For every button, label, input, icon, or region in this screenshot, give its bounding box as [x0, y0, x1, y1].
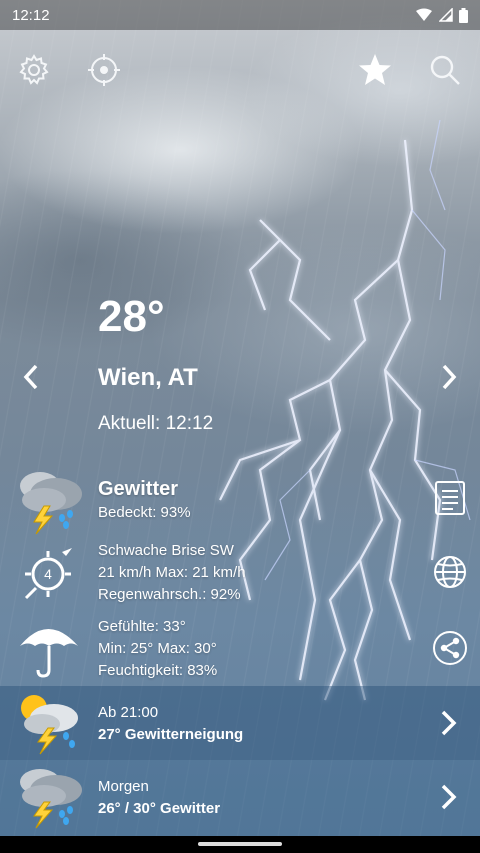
report-button[interactable]	[430, 478, 470, 518]
wifi-icon	[416, 8, 432, 21]
current-temperature: 28°	[98, 292, 165, 341]
wind-speed: 21 km/h Max: 21 km/h	[98, 564, 246, 581]
thunderstorm-icon	[20, 769, 82, 829]
wind-description: Schwache Brise SW	[98, 542, 234, 559]
chevron-left-icon	[23, 364, 38, 390]
wind-compass-icon: 4	[24, 548, 72, 600]
wind-row: 4 Schwache Brise SW 21 km/h Max: 21 km/h…	[0, 538, 480, 610]
rain-chance: Regenwahrsch.: 92%	[98, 586, 241, 603]
humidity: Feuchtigkeit: 83%	[98, 662, 218, 679]
forecast-summary: 26° / 30° Gewitter	[98, 800, 221, 817]
forecast-item-tonight[interactable]: Ab 21:00 27° Gewitterneigung	[0, 686, 480, 760]
updated-time: Aktuell: 12:12	[98, 413, 214, 434]
min-max-temperature: Min: 25° Max: 30°	[98, 640, 217, 657]
home-gesture-handle[interactable]	[198, 842, 282, 846]
cloud-cover: Bedeckt: 93%	[98, 504, 191, 521]
forecast-label: Morgen	[98, 778, 149, 795]
next-location-button[interactable]	[432, 360, 466, 394]
previous-location-button[interactable]	[14, 360, 48, 394]
forecast-summary: 27° Gewitterneigung	[98, 726, 244, 743]
feels-like-row: Gefühlte: 33° Min: 25° Max: 30° Feuchtig…	[0, 612, 480, 684]
gear-icon	[19, 54, 49, 85]
status-bar: 12:12	[0, 0, 480, 30]
chevron-right-icon	[441, 710, 457, 736]
share-button[interactable]	[430, 628, 470, 668]
forecast-label: Ab 21:00	[98, 704, 159, 721]
locate-button[interactable]	[82, 48, 126, 92]
toolbar	[0, 48, 480, 92]
globe-icon	[434, 556, 466, 588]
map-button[interactable]	[430, 552, 470, 592]
condition-title: Gewitter	[98, 478, 179, 500]
location-name[interactable]: Wien, AT	[98, 364, 198, 392]
search-icon	[430, 55, 460, 85]
system-navigation-bar	[0, 836, 480, 853]
umbrella-icon	[20, 629, 78, 678]
thunderstorm-icon	[20, 472, 82, 535]
chevron-right-icon	[441, 784, 457, 810]
forecast-item-tomorrow[interactable]: Morgen 26° / 30° Gewitter	[0, 760, 480, 836]
settings-button[interactable]	[12, 48, 56, 92]
report-icon	[435, 481, 465, 515]
share-icon	[433, 631, 467, 665]
beaufort-value: 4	[44, 566, 52, 582]
status-time: 12:12	[12, 6, 50, 24]
cellular-signal-icon	[439, 8, 453, 22]
sun-thunderstorm-icon	[21, 695, 78, 755]
search-button[interactable]	[423, 48, 467, 92]
favorite-button[interactable]	[353, 48, 397, 92]
battery-icon	[459, 7, 468, 23]
feels-like: Gefühlte: 33°	[98, 618, 186, 635]
star-icon	[359, 54, 391, 85]
chevron-right-icon	[442, 364, 457, 390]
conditions-row: Gewitter Bedeckt: 93%	[0, 464, 480, 536]
crosshair-icon	[88, 54, 120, 86]
